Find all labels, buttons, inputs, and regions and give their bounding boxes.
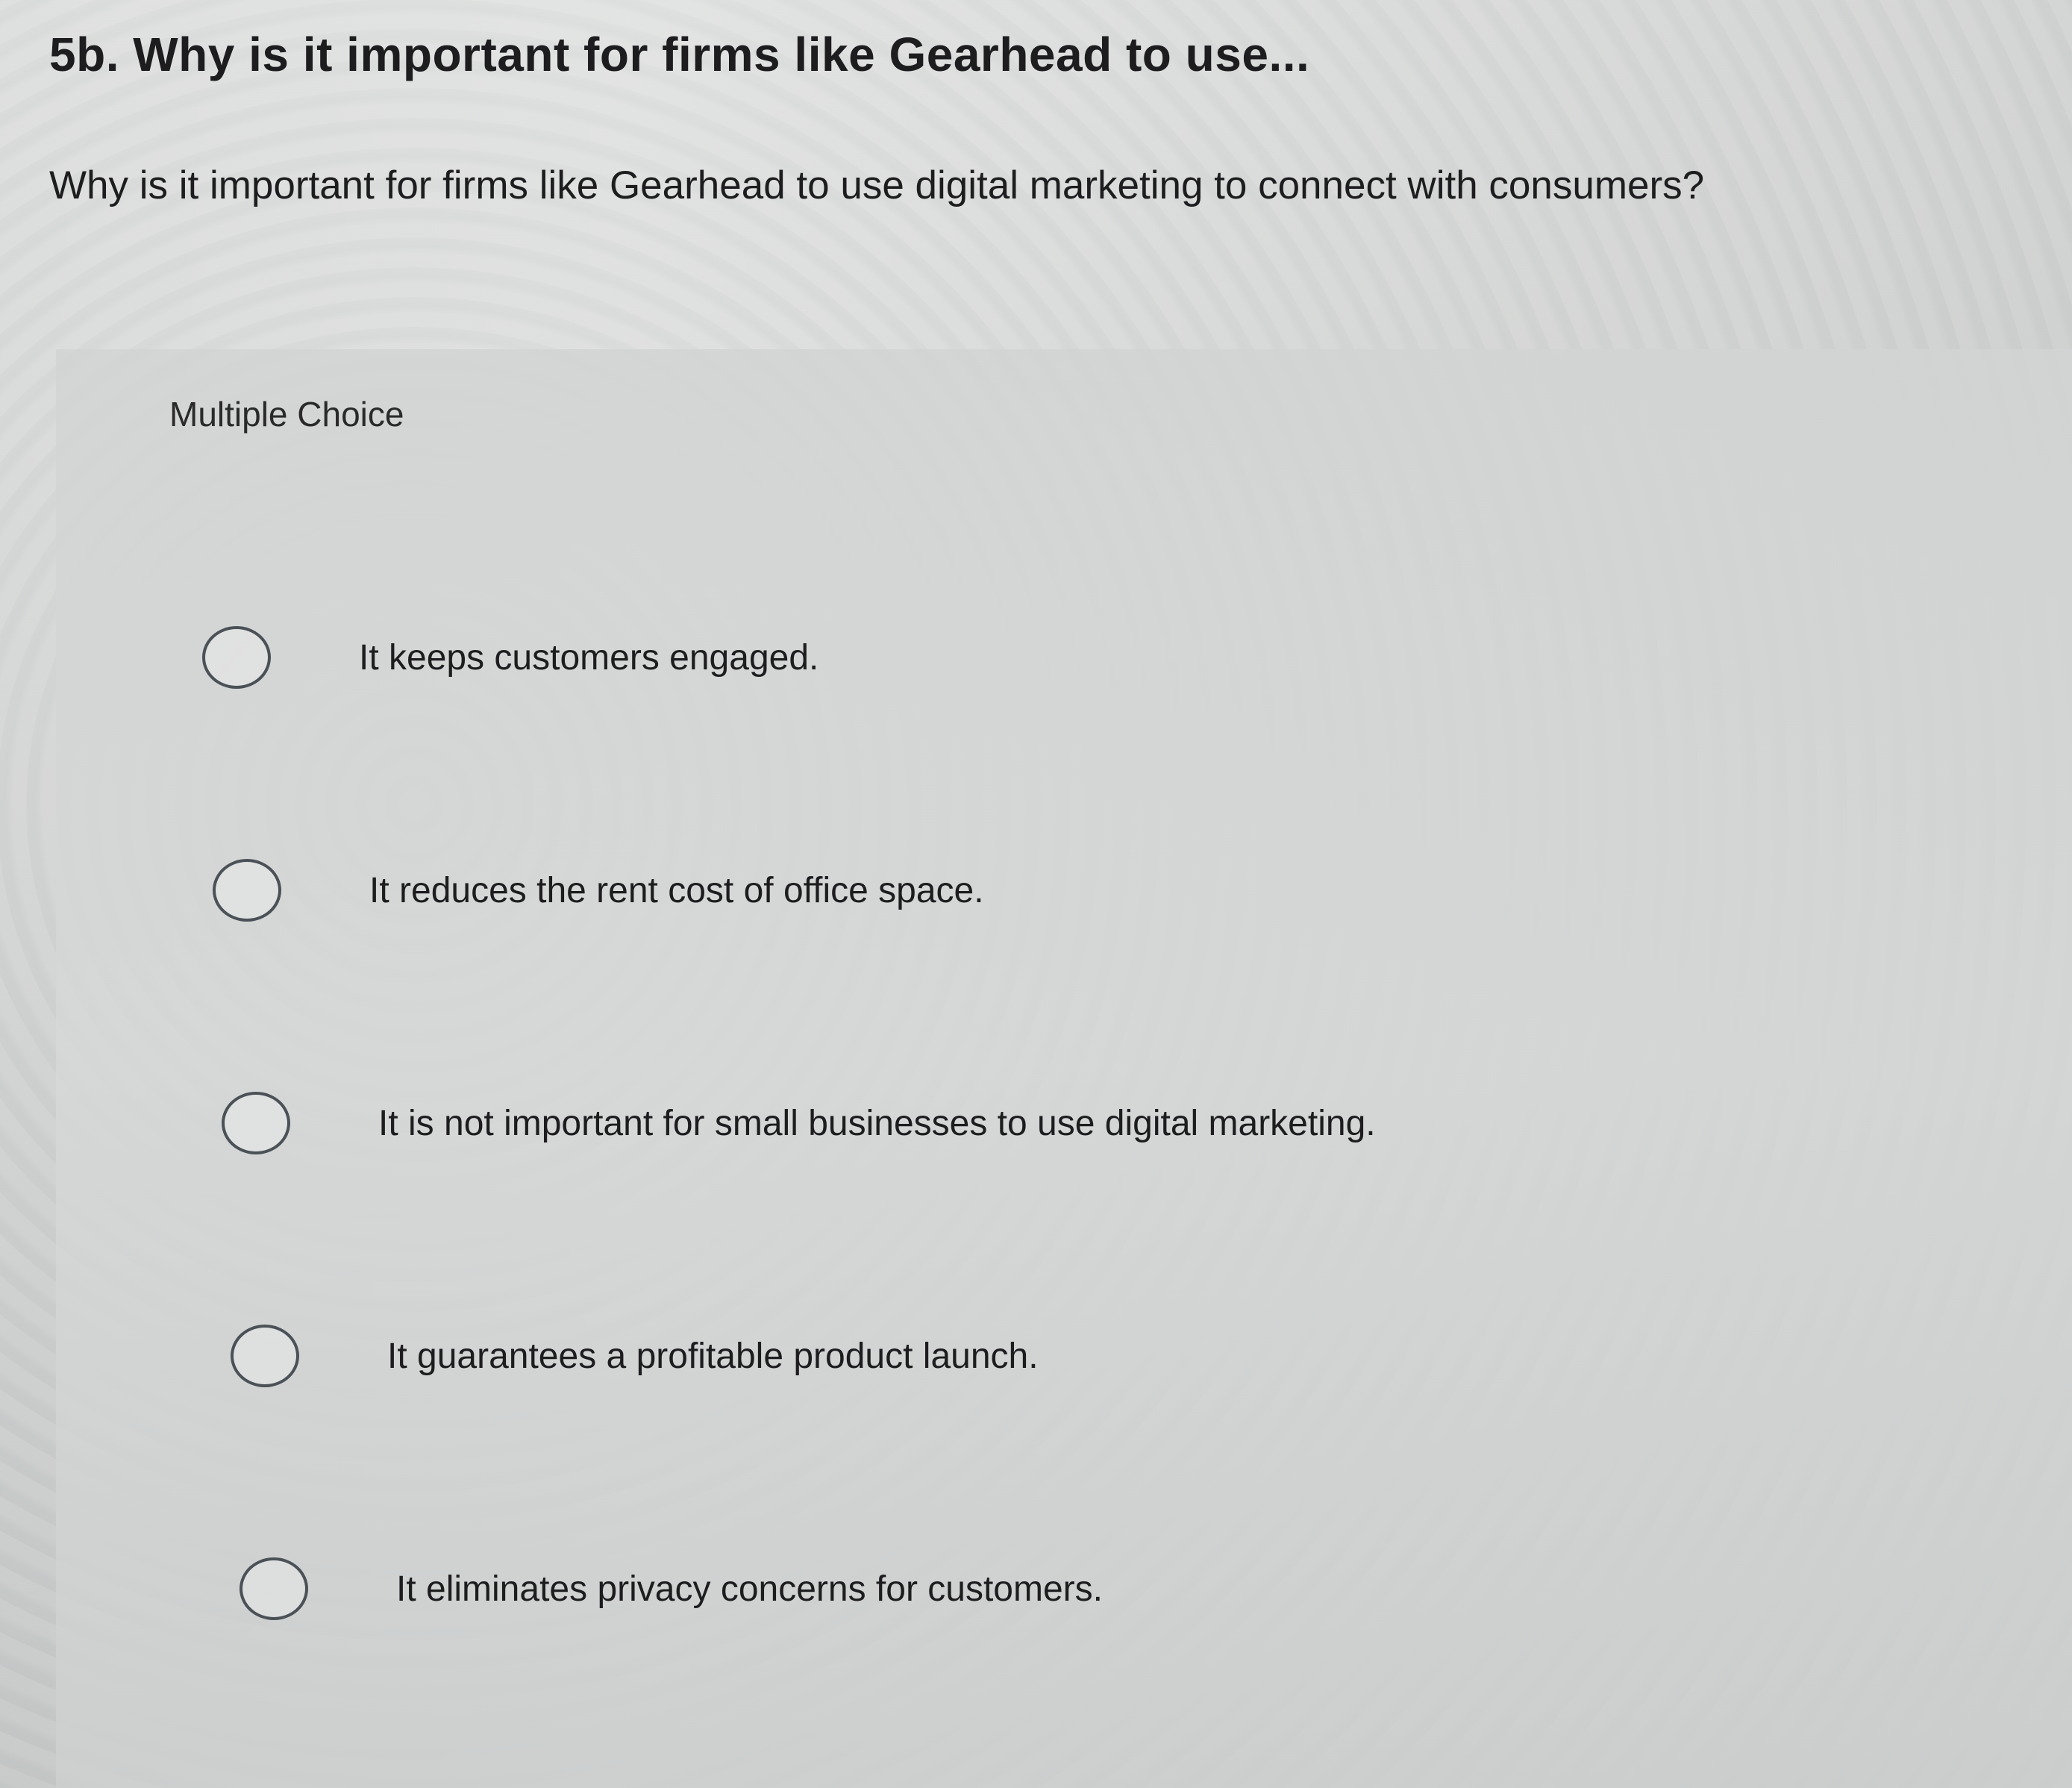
- answer-option-5[interactable]: It eliminates privacy concerns for custo…: [240, 1548, 1103, 1630]
- answer-option-label: It guarantees a profitable product launc…: [387, 1336, 1039, 1376]
- answer-option-3[interactable]: It is not important for small businesses…: [222, 1082, 1376, 1164]
- radio-button-icon[interactable]: [231, 1325, 299, 1387]
- radio-button-icon[interactable]: [222, 1092, 290, 1154]
- question-prompt: Why is it important for firms like Gearh…: [49, 163, 1705, 207]
- question-type-label: Multiple Choice: [169, 395, 404, 434]
- radio-button-icon[interactable]: [202, 626, 271, 689]
- question-title: 5b. Why is it important for firms like G…: [49, 28, 1310, 81]
- radio-button-icon[interactable]: [213, 859, 281, 922]
- answer-option-label: It is not important for small businesses…: [378, 1103, 1376, 1143]
- multiple-choice-panel: Multiple Choice It keeps customers engag…: [56, 349, 2072, 1788]
- answer-option-label: It reduces the rent cost of office space…: [369, 870, 984, 910]
- answer-option-label: It eliminates privacy concerns for custo…: [396, 1569, 1103, 1609]
- radio-button-icon[interactable]: [240, 1557, 308, 1620]
- answer-option-1[interactable]: It keeps customers engaged.: [202, 616, 819, 698]
- answer-option-2[interactable]: It reduces the rent cost of office space…: [213, 849, 984, 931]
- answer-option-label: It keeps customers engaged.: [359, 637, 819, 678]
- answer-option-4[interactable]: It guarantees a profitable product launc…: [231, 1315, 1039, 1397]
